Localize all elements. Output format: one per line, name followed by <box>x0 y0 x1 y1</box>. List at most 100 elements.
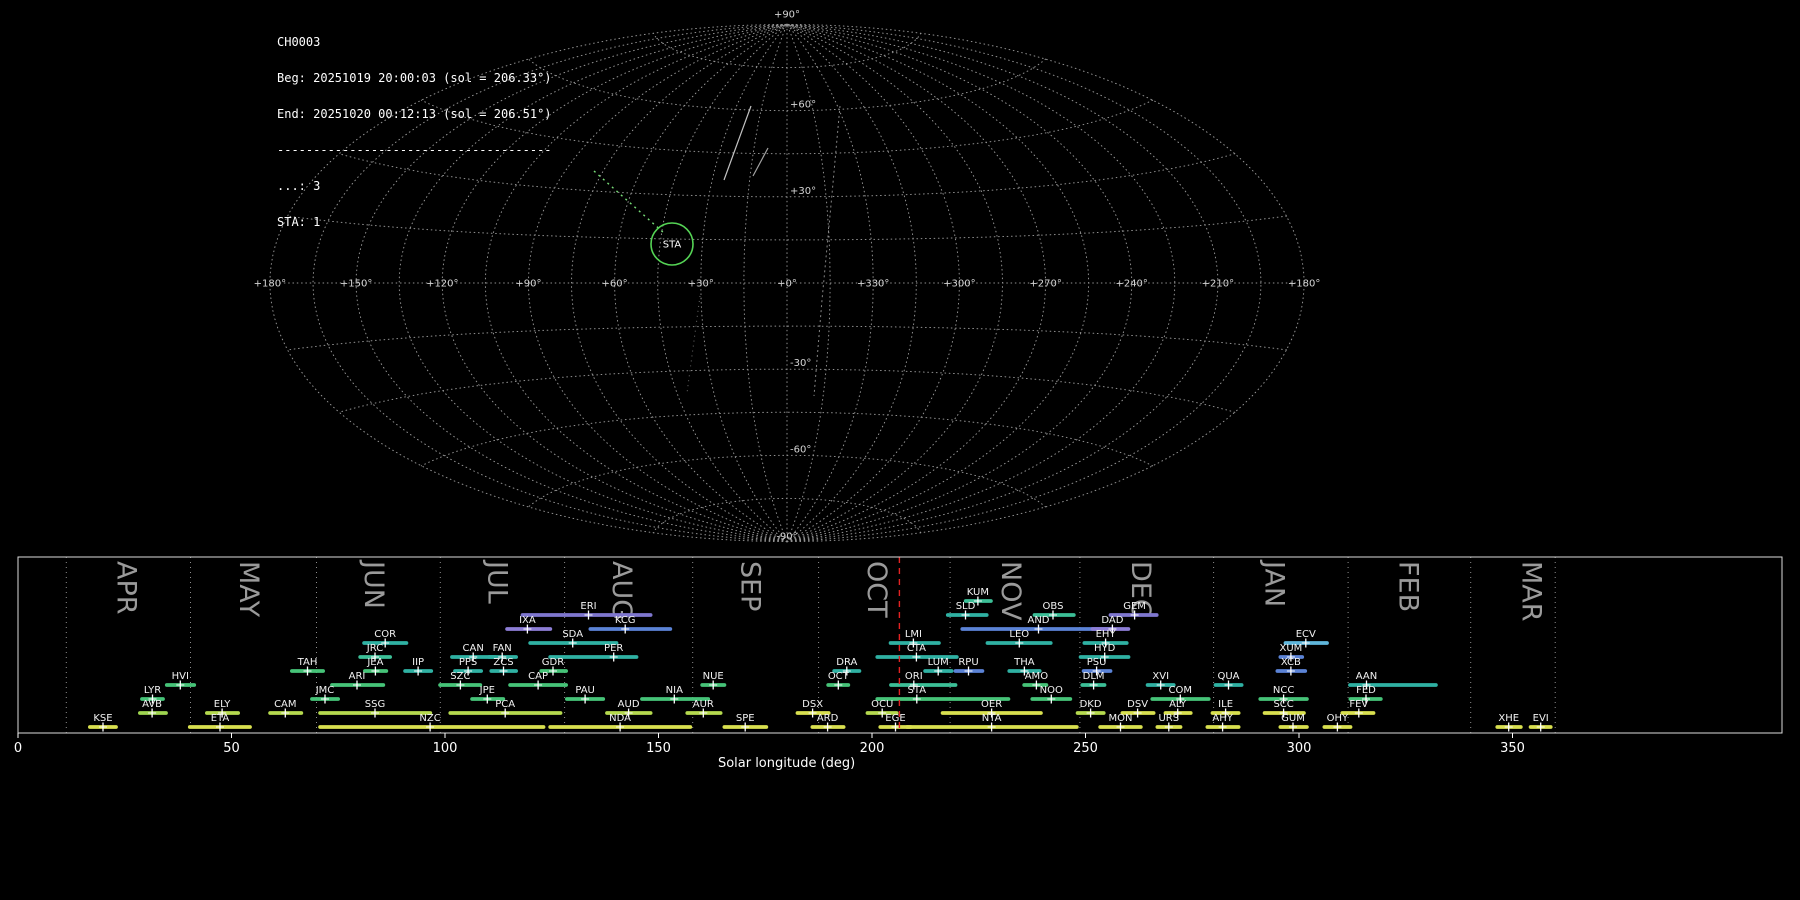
month-label: JUN <box>358 559 389 609</box>
shower-label-amo: AMO <box>1025 671 1048 682</box>
shower-label-avb: AVB <box>142 699 162 710</box>
shower-label-per: PER <box>604 643 623 654</box>
shower-label-xum: XUM <box>1279 643 1302 654</box>
shower-label-xcb: XCB <box>1281 657 1301 668</box>
pole-label-south: -90° <box>776 532 797 543</box>
lon-label: +120° <box>426 279 458 290</box>
x-tick-label: 250 <box>1073 741 1098 756</box>
grid-parallel <box>287 325 1287 351</box>
shower-label-urs: URS <box>1158 713 1179 724</box>
shower-label-nda: NDA <box>609 713 631 724</box>
shower-label-evi: EVI <box>1533 713 1549 724</box>
shower-count: STA: 1 <box>277 215 321 229</box>
x-tick-label: 50 <box>223 741 240 756</box>
shower-label-tha: THA <box>1013 657 1035 668</box>
shower-label-nzc: NZC <box>419 713 440 724</box>
lon-label: +330° <box>857 279 889 290</box>
shower-label-lmi: LMI <box>905 629 922 640</box>
lon-label: +210° <box>1202 279 1234 290</box>
lat-label: +30° <box>790 186 816 197</box>
shower-label-ohy: OHY <box>1327 713 1349 724</box>
shower-label-aly: ALY <box>1169 699 1187 710</box>
lon-label: +30° <box>688 279 714 290</box>
month-label: MAR <box>1516 561 1547 622</box>
shower-label-nia: NIA <box>666 685 683 696</box>
shower-label-ile: ILE <box>1218 699 1233 710</box>
station-id: CH0003 <box>277 35 321 49</box>
shower-label-sda: SDA <box>562 629 583 640</box>
shower-label-aur: AUR <box>693 699 714 710</box>
shower-label-cta: CTA <box>907 643 926 654</box>
shower-label-fev: FEV <box>1349 699 1368 710</box>
shower-label-gem: GEM <box>1123 601 1146 612</box>
x-tick-label: 150 <box>646 741 671 756</box>
month-label: SEP <box>735 561 766 611</box>
meteor-trail-4 <box>686 295 701 394</box>
x-axis-title: Solar longitude (deg) <box>718 756 855 771</box>
shower-label-xvi: XVI <box>1152 671 1169 682</box>
shower-label-jea: JEA <box>366 657 383 668</box>
shower-label-nue: NUE <box>703 671 724 682</box>
shower-label-tah: TAH <box>297 657 318 668</box>
month-label: APR <box>111 561 142 615</box>
shower-label-sld: SLD <box>956 601 976 612</box>
scene: +180° +150° +120° +90° +60° +30° +0° +330° +300°… <box>14 9 1783 771</box>
x-tick-label: 350 <box>1500 741 1525 756</box>
shower-label-eta: ETA <box>211 713 230 724</box>
shower-label-fed: FED <box>1356 685 1376 696</box>
lon-label: +150° <box>340 279 372 290</box>
shower-label-kcg: KCG <box>615 615 636 626</box>
radiant-drift-trail <box>593 170 665 234</box>
shower-label-ely: ELY <box>214 699 232 710</box>
shower-label-fan: FAN <box>493 643 512 654</box>
begin-time: Beg: 20251019 20:00:03 (sol = 206.33°) <box>277 71 552 85</box>
shower-label-com: COM <box>1169 685 1192 696</box>
month-label: OCT <box>861 561 892 618</box>
shower-label-sta: STA <box>908 685 927 696</box>
capture-info: CH0003 Beg: 20251019 20:00:03 (sol = 206… <box>277 12 552 240</box>
shower-label-aan: AAN <box>1356 671 1377 682</box>
sporadic-count: ...: 3 <box>277 179 321 193</box>
shower-label-dra: DRA <box>836 657 857 668</box>
shower-label-scc: SCC <box>1273 699 1293 710</box>
x-axis: 0 50 100 150 200 250 300 350 Solar longitude (de… <box>14 733 1525 771</box>
shower-label-lum: LUM <box>928 657 949 668</box>
lon-label: +180° <box>1288 279 1320 290</box>
radiant-label: STA <box>663 240 682 251</box>
shower-label-dkd: DKD <box>1080 699 1102 710</box>
shower-label-ahy: AHY <box>1212 713 1233 724</box>
shower-label-ncc: NCC <box>1273 685 1294 696</box>
shower-label-jrc: JRC <box>366 643 383 654</box>
shower-label-zcs: ZCS <box>493 657 513 668</box>
shower-label-cam: CAM <box>274 699 296 710</box>
shower-label-kse: KSE <box>93 713 112 724</box>
lon-label: +0° <box>777 279 797 290</box>
shower-label-hvi: HVI <box>172 671 189 682</box>
lon-label: +300° <box>943 279 975 290</box>
shower-label-pps: PPS <box>459 657 477 668</box>
shower-label-eri: ERI <box>580 601 596 612</box>
shower-label-nta: NTA <box>982 713 1002 724</box>
shower-label-iip: IIP <box>412 657 424 668</box>
lat-label: +60° <box>790 100 816 111</box>
shower-label-ocu: OCU <box>871 699 893 710</box>
shower-label-cap: CAP <box>528 671 548 682</box>
shower-bar-kcg <box>588 627 673 631</box>
shower-label-dsx: DSX <box>802 699 823 710</box>
lon-label: +180° <box>254 279 286 290</box>
shower-label-aud: AUD <box>618 699 640 710</box>
lon-label: +60° <box>602 279 628 290</box>
shower-label-ssg: SSG <box>365 699 385 710</box>
month-labels: APR MAY JUN JUL AUG SEP OCT NOV DEC JAN FEB MAR <box>111 559 1547 622</box>
month-label: MAY <box>233 561 264 618</box>
month-label: NOV <box>995 561 1026 621</box>
pole-label-north: +90° <box>774 9 800 20</box>
lat-label: -60° <box>790 444 811 455</box>
shower-label-and: AND <box>1027 615 1049 626</box>
shower-label-spe: SPE <box>736 713 755 724</box>
shower-label-ori: ORI <box>905 671 923 682</box>
shower-label-noo: NOO <box>1040 685 1063 696</box>
activity-timeline: APR MAY JUN JUL AUG SEP OCT NOV DEC JAN FEB MARKUME… <box>14 556 1783 771</box>
shower-label-dsv: DSV <box>1127 699 1148 710</box>
shower-label-mon: MON <box>1109 713 1133 724</box>
